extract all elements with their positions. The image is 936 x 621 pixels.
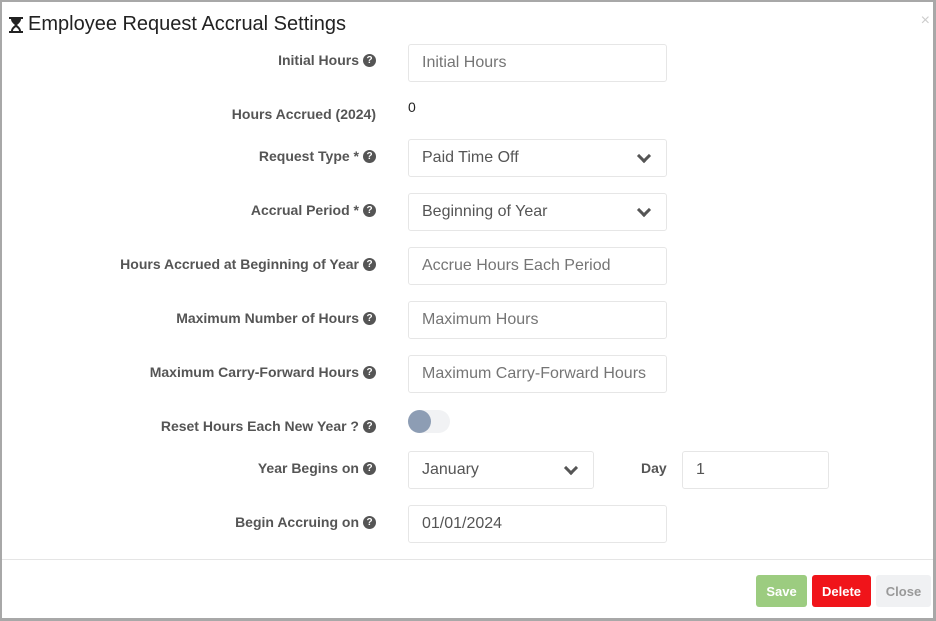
hours-beginning-input[interactable]	[408, 247, 667, 285]
accrual-period-select[interactable]: Beginning of Year	[408, 193, 667, 231]
help-icon[interactable]: ?	[363, 419, 376, 433]
help-icon[interactable]: ?	[363, 149, 376, 163]
reset-label: Reset Hours Each New Year ??	[161, 418, 376, 434]
close-icon[interactable]: ×	[921, 12, 930, 30]
begin-accruing-label: Begin Accruing on?	[235, 514, 376, 530]
accrual-period-value: Beginning of Year	[422, 203, 548, 220]
chevron-down-icon	[563, 460, 579, 475]
day-input[interactable]: 1	[682, 451, 829, 489]
hours-accrued-label: Hours Accrued (2024)	[231, 106, 376, 122]
help-icon[interactable]: ?	[363, 461, 376, 475]
hours-accrued-value: 0	[408, 99, 416, 115]
day-label: Day	[641, 460, 667, 476]
modal-footer-divider	[2, 559, 933, 560]
title-text: Employee Request Accrual Settings	[28, 13, 346, 35]
save-button[interactable]: Save	[756, 575, 807, 607]
begin-accruing-input[interactable]: 01/01/2024	[408, 505, 667, 543]
help-icon[interactable]: ?	[363, 365, 376, 379]
year-begins-label: Year Begins on?	[258, 460, 376, 476]
day-value: 1	[696, 461, 705, 478]
help-icon[interactable]: ?	[363, 53, 376, 67]
help-icon[interactable]: ?	[363, 203, 376, 217]
help-icon[interactable]: ?	[363, 311, 376, 325]
max-hours-label: Maximum Number of Hours?	[176, 310, 376, 326]
close-button[interactable]: Close	[876, 575, 931, 607]
accrual-period-label: Accrual Period *?	[251, 202, 376, 218]
hourglass-icon	[9, 16, 23, 33]
initial-hours-label: Initial Hours?	[278, 52, 376, 68]
modal-title: Employee Request Accrual Settings	[8, 13, 346, 36]
max-carry-label: Maximum Carry-Forward Hours?	[150, 364, 376, 380]
initial-hours-input[interactable]	[408, 44, 667, 82]
reset-toggle[interactable]	[408, 410, 450, 433]
toggle-knob	[408, 410, 431, 433]
chevron-down-icon	[636, 148, 652, 163]
chevron-down-icon	[636, 202, 652, 217]
hours-beginning-label: Hours Accrued at Beginning of Year?	[120, 256, 376, 272]
request-type-value: Paid Time Off	[422, 149, 519, 166]
year-begins-select[interactable]: January	[408, 451, 594, 489]
help-icon[interactable]: ?	[363, 257, 376, 271]
delete-button[interactable]: Delete	[812, 575, 871, 607]
request-type-label: Request Type *?	[259, 148, 376, 164]
help-icon[interactable]: ?	[363, 515, 376, 529]
begin-accruing-value: 01/01/2024	[422, 515, 503, 532]
max-carry-input[interactable]	[408, 355, 667, 393]
request-type-select[interactable]: Paid Time Off	[408, 139, 667, 177]
month-value: January	[422, 461, 479, 478]
max-hours-input[interactable]	[408, 301, 667, 339]
